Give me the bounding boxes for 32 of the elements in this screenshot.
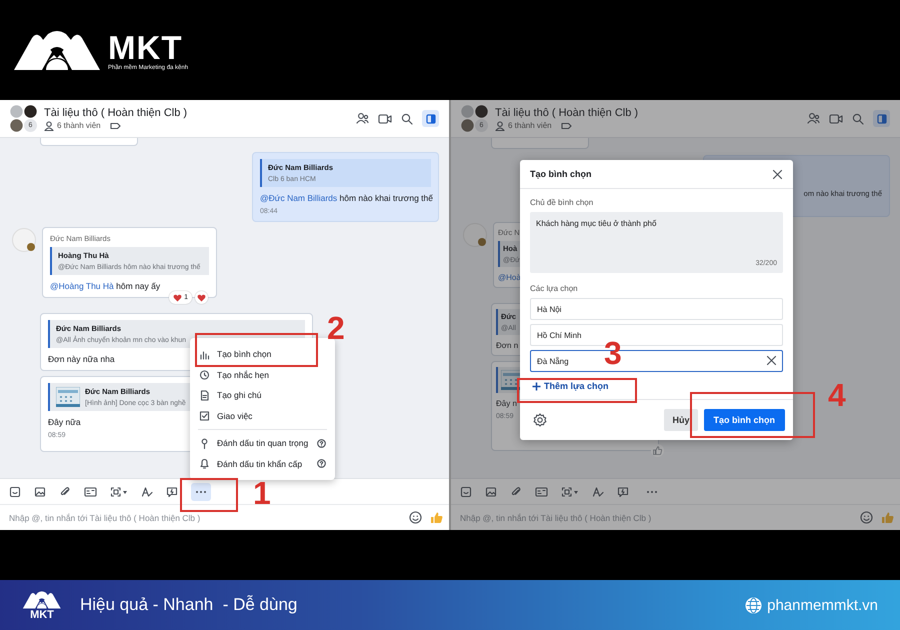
brand-name: MKT bbox=[30, 610, 54, 620]
member-count[interactable]: 6 thành viên bbox=[508, 121, 552, 130]
option-field[interactable]: Hà Nội bbox=[530, 298, 783, 320]
menu-item[interactable]: Giao việc bbox=[199, 406, 252, 426]
menu-item[interactable]: Tạo nhắc hẹn bbox=[199, 364, 269, 385]
member-count[interactable]: 6 thành viên bbox=[57, 121, 101, 130]
menu-item[interactable]: Đánh dấu tin khẩn cấp bbox=[199, 454, 302, 474]
message-text: @Đức Nam Billiards hôm nào khai trương thế bbox=[260, 193, 433, 203]
create-poll-button[interactable]: Tạo bình chọn bbox=[704, 409, 785, 431]
brand-name: MKT bbox=[108, 32, 182, 64]
message-text: Đây nữa bbox=[48, 417, 81, 427]
message-text: @Hoàng Thu Hà hôm nay ấy bbox=[50, 281, 160, 291]
step-number: 1 bbox=[253, 476, 271, 510]
message-text: Đây n bbox=[496, 399, 517, 408]
field-label: Chủ đề bình chọn bbox=[530, 198, 594, 207]
menu-item[interactable]: Tạo ghi chú bbox=[199, 385, 262, 406]
slogan: Hiệu quả - Nhanh - Dễ dùng bbox=[80, 595, 298, 615]
menu-item[interactable]: Đánh dấu tin quan trọng bbox=[199, 433, 308, 454]
chat-title: Tài liệu thô ( Hoàn thiện Clb ) bbox=[495, 106, 640, 118]
mention-link[interactable]: @Hoà bbox=[498, 273, 521, 282]
message-input[interactable]: Nhập @, tin nhắn tới Tài liệu thô ( Hoàn thiện Clb ) bbox=[9, 512, 401, 522]
message-text: Đơn này nữa nha bbox=[48, 354, 115, 364]
chat-title: Tài liệu thô ( Hoàn thiện Clb ) bbox=[44, 106, 188, 118]
mention-link[interactable]: @Đức Nam Billiards bbox=[260, 193, 338, 203]
message-text: Đơn n bbox=[496, 341, 518, 350]
cancel-button[interactable]: Hủy bbox=[664, 409, 698, 431]
step-number: 4 bbox=[828, 378, 846, 412]
step-number: 2 bbox=[327, 311, 345, 345]
message-input[interactable]: Nhập @, tin nhắn tới Tài liệu thô ( Hoàn thiện Clb ) bbox=[460, 512, 852, 522]
dialog-title: Tạo bình chọn bbox=[530, 169, 592, 179]
mention-link[interactable]: @Hoàng Thu Hà bbox=[50, 281, 114, 291]
field-label: Các lựa chọn bbox=[530, 284, 579, 293]
